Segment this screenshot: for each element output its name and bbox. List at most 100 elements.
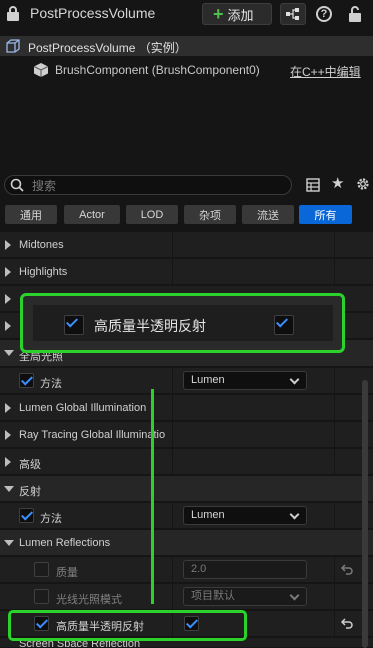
lock-icon[interactable] (6, 6, 20, 21)
collapse-arrow-icon[interactable] (4, 486, 14, 492)
column-divider (172, 503, 173, 529)
column-divider (334, 557, 335, 583)
zoom-override-checkbox (64, 315, 84, 335)
filter-tab-lod[interactable]: LOD (126, 205, 178, 224)
row-label: Lumen Reflections (19, 537, 111, 549)
highlight-box (8, 610, 247, 641)
field-value: 2.0 (191, 563, 207, 575)
row-label: Lumen Global Illumination (19, 402, 147, 414)
column-divider (334, 611, 335, 637)
column-divider (334, 449, 335, 475)
expand-arrow-icon[interactable] (5, 457, 11, 467)
zoom-label: 高质量半透明反射 (94, 318, 206, 334)
expand-arrow-icon[interactable] (5, 267, 11, 277)
refl-method-dropdown[interactable]: Lumen (183, 506, 307, 525)
category-label: 反射 (19, 486, 41, 498)
reset-arrow-icon[interactable] (340, 563, 354, 577)
blueprint-button[interactable] (280, 3, 306, 25)
row-lumen-reflections[interactable]: Lumen Reflections (0, 530, 373, 556)
table-view-icon[interactable] (306, 178, 320, 192)
edit-in-cpp-link[interactable]: 在C++中编辑 (290, 63, 361, 80)
row-label: Midtones (19, 239, 64, 251)
zoom-value-checkbox (274, 315, 294, 335)
column-divider (334, 422, 335, 448)
add-component-button[interactable]: + 添加 (202, 3, 272, 25)
column-divider (334, 232, 335, 258)
row-refl-method: 方法 Lumen (0, 503, 373, 529)
tree-item-brush-component[interactable]: BrushComponent (BrushComponent0) 在C++中编辑 (0, 60, 373, 80)
ray-lighting-dropdown[interactable]: 项目默认 (183, 587, 307, 606)
gi-method-dropdown[interactable]: Lumen (183, 371, 307, 390)
reset-arrow-icon[interactable] (340, 617, 354, 631)
column-divider (172, 259, 173, 285)
column-divider (334, 259, 335, 285)
cube-icon (33, 63, 49, 77)
row-ray-lighting-mode: 光线光照模式 项目默认 (0, 584, 373, 610)
collapse-arrow-icon[interactable] (4, 540, 14, 546)
column-divider (172, 449, 173, 475)
quality-value-field[interactable]: 2.0 (183, 560, 307, 579)
chevron-down-icon (289, 590, 300, 601)
row-highlights[interactable]: Highlights (0, 259, 373, 285)
expand-arrow-icon[interactable] (5, 294, 11, 304)
search-placeholder: 搜索 (32, 179, 57, 193)
column-divider (172, 557, 173, 583)
plus-icon: + (213, 4, 224, 24)
blueprint-icon (286, 8, 299, 20)
ray-lighting-override-checkbox[interactable] (34, 589, 49, 604)
refl-method-override-checkbox[interactable] (19, 508, 34, 523)
column-divider (334, 395, 335, 421)
row-midtones[interactable]: Midtones (0, 232, 373, 258)
unlock-icon[interactable] (348, 6, 362, 22)
column-divider (334, 368, 335, 394)
annotation-connector-line (151, 389, 154, 604)
tree-item-root[interactable]: PostProcessVolume （实例） (0, 36, 373, 56)
row-label: Ray Tracing Global Illuminatio (19, 429, 166, 441)
star-icon[interactable]: ★ (331, 174, 344, 192)
row-label: 方法 (40, 513, 62, 525)
expand-arrow-icon[interactable] (5, 321, 11, 331)
dropdown-value: 项目默认 (191, 590, 235, 602)
filter-tab-misc[interactable]: 杂项 (184, 205, 236, 224)
expand-arrow-icon[interactable] (5, 403, 11, 413)
volume-icon (6, 39, 20, 53)
row-label: 光线光照模式 (56, 594, 122, 606)
filter-tab-general[interactable]: 通用 (5, 205, 57, 224)
gear-icon[interactable] (355, 176, 371, 192)
tree-child-label: BrushComponent (BrushComponent0) (55, 63, 260, 77)
column-divider (172, 395, 173, 421)
column-divider (334, 584, 335, 610)
search-icon (10, 178, 24, 192)
row-label: 质量 (56, 567, 78, 579)
chevron-down-icon (289, 509, 300, 520)
expand-arrow-icon[interactable] (5, 430, 11, 440)
filter-tab-actor[interactable]: Actor (64, 205, 120, 224)
quality-override-checkbox[interactable] (34, 562, 49, 577)
gi-method-override-checkbox[interactable] (19, 373, 34, 388)
filter-tab-streaming[interactable]: 流送 (242, 205, 294, 224)
category-reflections[interactable]: 反射 (0, 476, 373, 502)
expand-arrow-icon[interactable] (5, 240, 11, 250)
row-gi-method: 方法 Lumen (0, 368, 373, 394)
column-divider (172, 232, 173, 258)
help-icon[interactable]: ? (316, 6, 332, 22)
add-button-label: 添加 (227, 7, 254, 23)
row-rt-gi[interactable]: Ray Tracing Global Illuminatio (0, 422, 373, 448)
dropdown-value: Lumen (191, 509, 225, 521)
column-divider (334, 503, 335, 529)
chevron-down-icon (289, 374, 300, 385)
row-quality: 质量 2.0 (0, 557, 373, 583)
actor-title: PostProcessVolume (30, 5, 156, 21)
row-label: 方法 (40, 378, 62, 390)
column-divider (172, 422, 173, 448)
collapse-arrow-icon[interactable] (4, 350, 14, 356)
filter-tab-all[interactable]: 所有 (299, 205, 352, 224)
dropdown-value: Lumen (191, 374, 225, 386)
column-divider (172, 584, 173, 610)
row-lumen-gi[interactable]: Lumen Global Illumination (0, 395, 373, 421)
row-label: 高级 (19, 459, 41, 471)
row-advanced[interactable]: 高级 (0, 449, 373, 475)
column-divider (172, 368, 173, 394)
row-label: Highlights (19, 266, 68, 278)
vertical-scrollbar[interactable] (362, 380, 368, 648)
